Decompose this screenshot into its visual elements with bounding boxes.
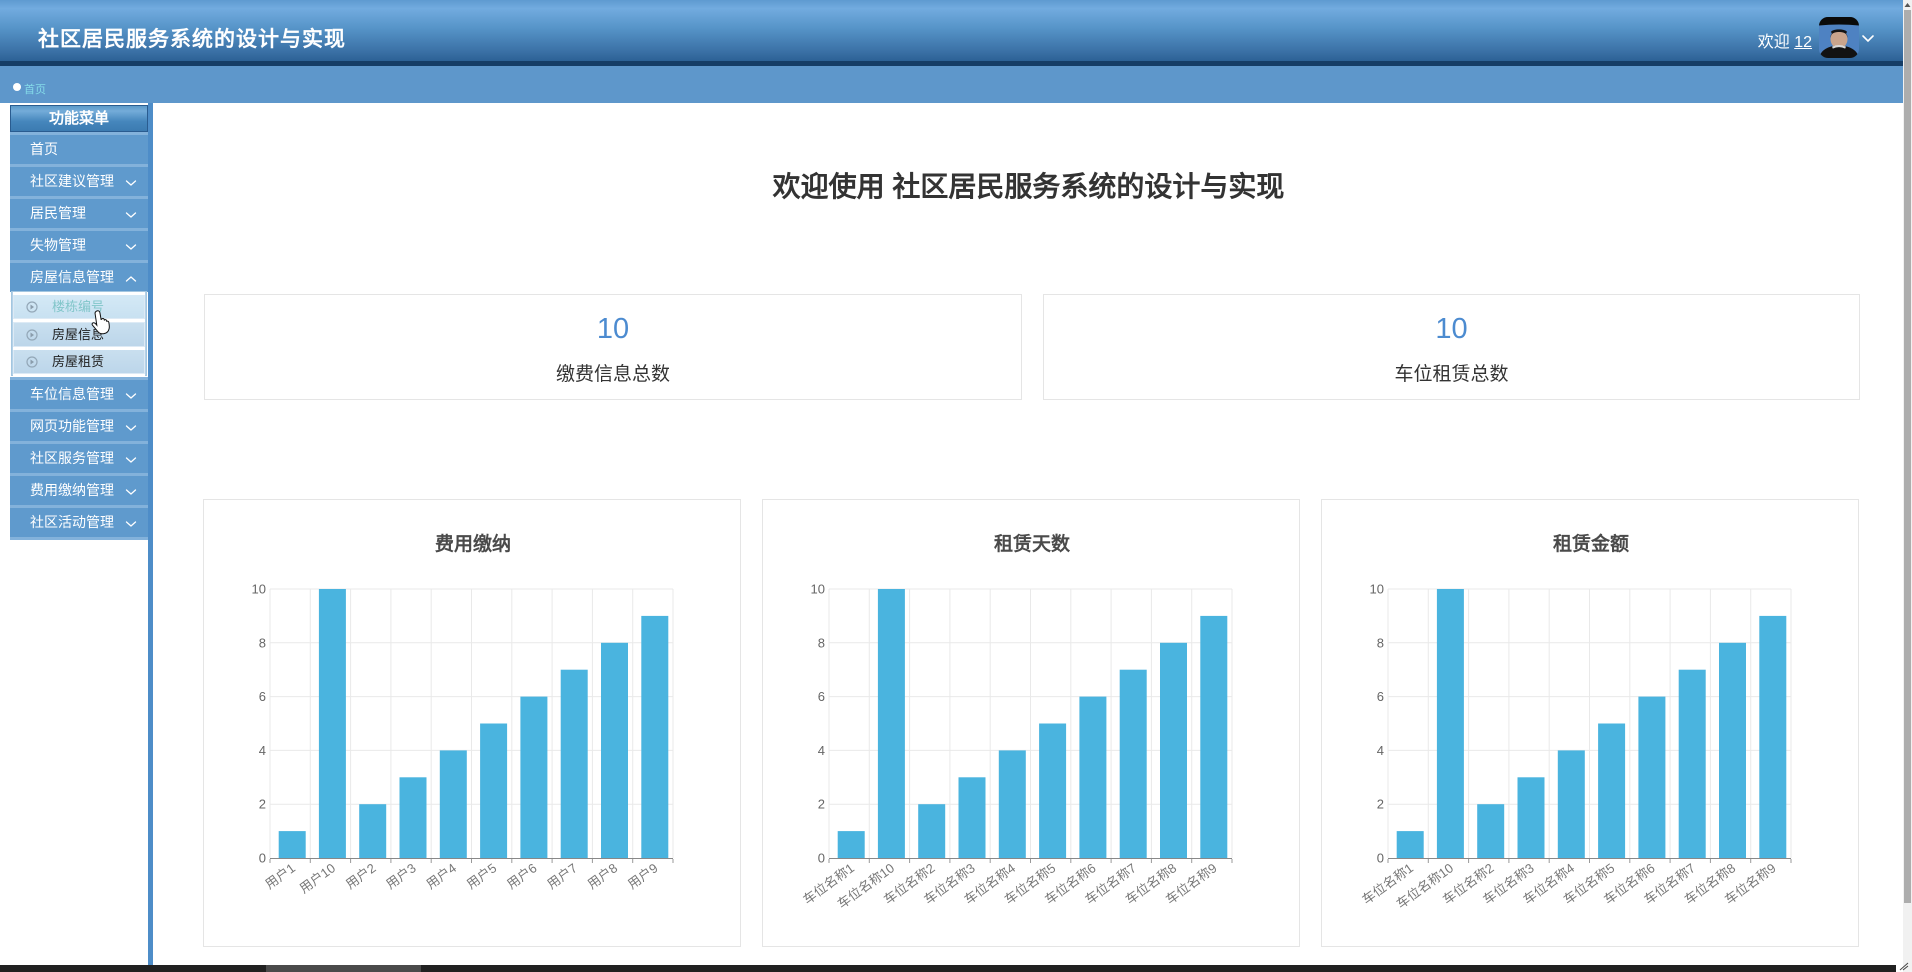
svg-text:用户1: 用户1: [262, 860, 298, 892]
svg-text:用户9: 用户9: [625, 860, 661, 892]
svg-text:用户7: 用户7: [544, 860, 580, 892]
svg-text:租赁金额: 租赁金额: [1553, 532, 1629, 555]
svg-text:8: 8: [259, 635, 266, 650]
svg-text:租赁天数: 租赁天数: [994, 532, 1071, 555]
svg-text:2: 2: [818, 797, 825, 812]
svg-text:费用缴纳: 费用缴纳: [435, 532, 511, 555]
svg-text:0: 0: [1377, 851, 1384, 866]
svg-text:用户6: 用户6: [504, 860, 540, 892]
svg-text:2: 2: [1377, 797, 1384, 812]
svg-text:6: 6: [1377, 689, 1384, 704]
svg-text:用户10: 用户10: [297, 860, 339, 896]
svg-text:10: 10: [811, 582, 825, 597]
svg-text:4: 4: [818, 743, 825, 758]
svg-text:0: 0: [818, 851, 825, 866]
svg-text:用户3: 用户3: [383, 860, 419, 892]
svg-text:用户8: 用户8: [585, 860, 621, 892]
svg-text:0: 0: [259, 851, 266, 866]
svg-text:4: 4: [1377, 743, 1384, 758]
svg-text:10: 10: [1370, 582, 1384, 597]
svg-text:10: 10: [252, 582, 266, 597]
svg-text:6: 6: [259, 689, 266, 704]
svg-text:8: 8: [818, 635, 825, 650]
svg-text:6: 6: [818, 689, 825, 704]
svg-text:用户4: 用户4: [423, 860, 459, 892]
svg-text:2: 2: [259, 797, 266, 812]
svg-text:8: 8: [1377, 635, 1384, 650]
svg-text:用户2: 用户2: [343, 860, 379, 892]
svg-text:用户5: 用户5: [464, 860, 500, 892]
svg-text:4: 4: [259, 743, 266, 758]
